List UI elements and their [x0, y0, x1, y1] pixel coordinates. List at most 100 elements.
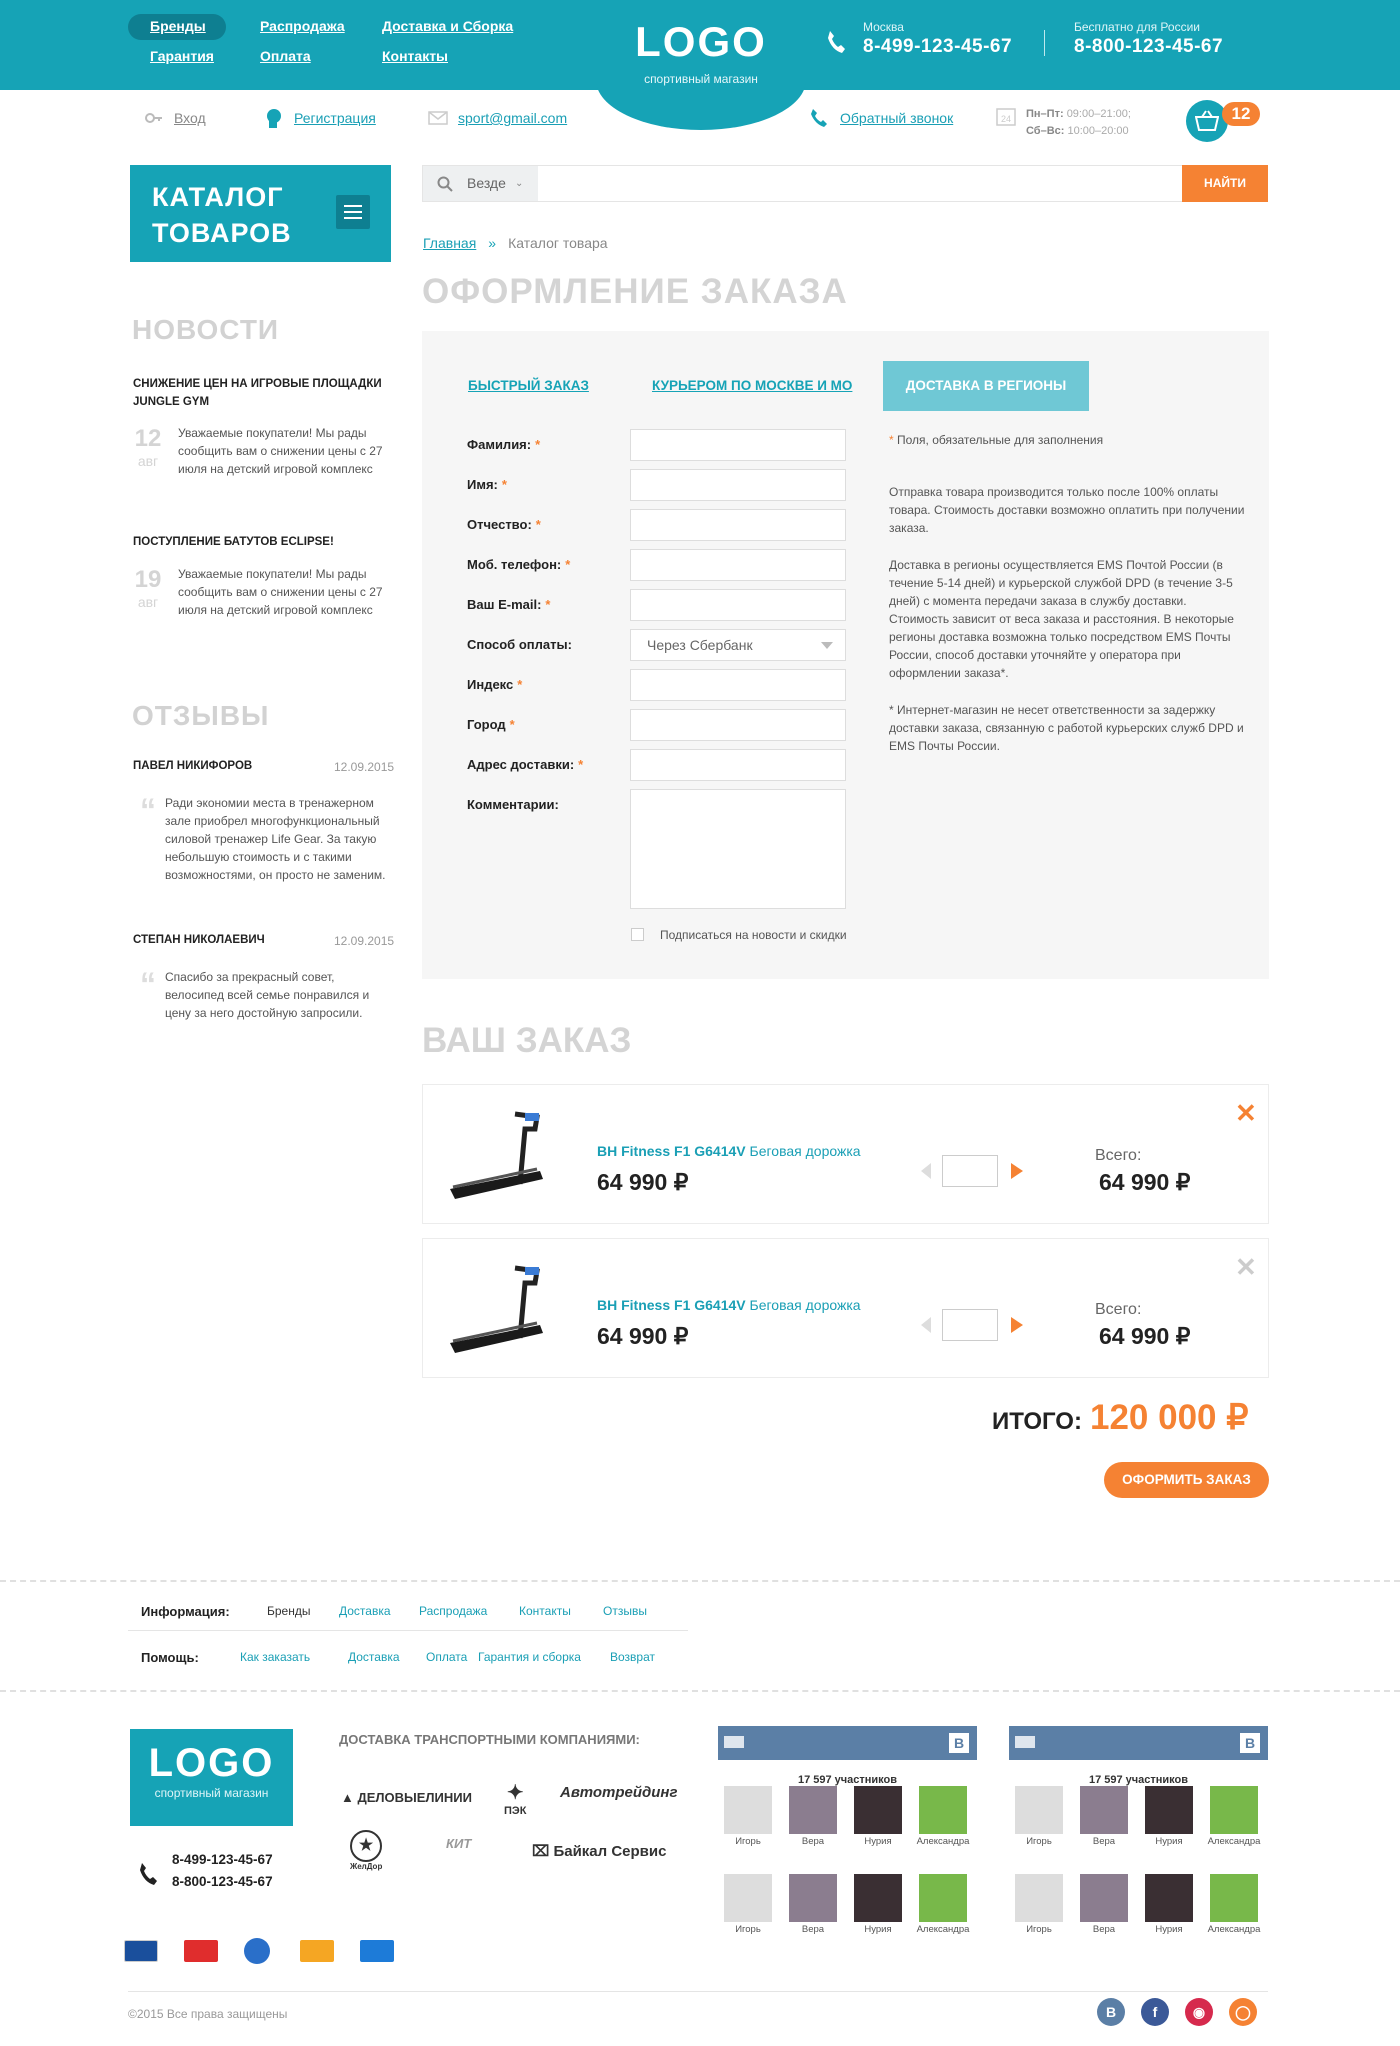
review-author-1: ПАВЕЛ НИКИФОРОВ	[133, 760, 253, 772]
decrease-arrow-icon[interactable]	[913, 1317, 931, 1333]
avatar[interactable]	[724, 1786, 772, 1834]
delivery-note-2: Доставка в регионы осуществляется EMS По…	[889, 558, 1234, 680]
avatar[interactable]	[919, 1874, 967, 1922]
callback-phone-icon	[811, 109, 827, 127]
tab-courier-moscow[interactable]: КУРЬЕРОМ ПО МОСКВЕ И МО	[652, 361, 852, 411]
patronymic-field[interactable]	[630, 509, 846, 541]
remove-item-icon[interactable]: ✕	[1235, 1100, 1257, 1126]
avatar[interactable]	[854, 1786, 902, 1834]
email-field[interactable]	[630, 589, 846, 621]
avatar[interactable]	[1210, 1786, 1258, 1834]
nav-contacts[interactable]: Контакты	[382, 48, 448, 64]
increase-arrow-icon[interactable]	[1011, 1317, 1031, 1333]
footer-bottom-divider	[128, 1991, 1268, 1992]
vk-widget-2[interactable]: В 17 597 участников Игорь Вера Нурия Але…	[1009, 1726, 1268, 1956]
tab-quick-order[interactable]: БЫСТРЫЙ ЗАКАЗ	[468, 361, 589, 411]
review-author-2: СТЕПАН НИКОЛАЕВИЧ	[133, 934, 265, 946]
phone-field[interactable]	[630, 549, 846, 581]
nav-sale[interactable]: Распродажа	[260, 18, 345, 34]
label-city: Город *	[467, 717, 515, 732]
vk-icon: В	[949, 1733, 969, 1753]
news-text-1: Уважаемые покупатели! Мы рады сообщить в…	[178, 426, 383, 476]
phone-russia: Бесплатно для России 8-800-123-45-67	[1074, 20, 1224, 57]
email-link[interactable]: sport@gmail.com	[428, 108, 567, 128]
cart-button[interactable]	[1186, 100, 1228, 142]
increase-arrow-icon[interactable]	[1011, 1163, 1031, 1179]
breadcrumb: Главная » Каталог товара	[423, 235, 608, 251]
avatar[interactable]	[789, 1874, 837, 1922]
avatar[interactable]	[1080, 1786, 1128, 1834]
qiwi-icon	[360, 1940, 394, 1962]
search-input[interactable]	[539, 166, 1179, 201]
phone-icon	[826, 30, 846, 59]
envelope-icon	[428, 111, 448, 125]
quantity-input[interactable]	[942, 1309, 998, 1341]
breadcrumb-home[interactable]: Главная	[423, 235, 476, 251]
menu-icon[interactable]	[336, 195, 370, 229]
subscribe-label: Подписаться на новости и скидки	[660, 928, 847, 942]
quantity-input[interactable]	[942, 1155, 998, 1187]
label-address: Адрес доставки: *	[467, 757, 584, 772]
user-head-icon	[267, 109, 281, 128]
logo[interactable]: LOGO	[596, 18, 806, 66]
quote-icon: “	[140, 966, 156, 1002]
label-zip: Индекс *	[467, 677, 523, 692]
avatar[interactable]	[724, 1874, 772, 1922]
news-title-1[interactable]: СНИЖЕНИЕ ЦЕН НА ИГРОВЫЕ ПЛОЩАДКИ JUNGLE …	[133, 375, 393, 411]
item-name-2[interactable]: BH Fitness F1 G6414V Беговая дорожка	[597, 1297, 861, 1313]
footer-phone-2[interactable]: 8-800-123-45-67	[172, 1874, 273, 1889]
facebook-icon[interactable]: f	[1141, 1998, 1169, 2026]
vk-group-logo-icon	[724, 1736, 744, 1748]
news-title-2[interactable]: ПОСТУПЛЕНИЕ БАТУТОВ ECLIPSE!	[133, 533, 393, 551]
firstname-field[interactable]	[630, 469, 846, 501]
avatar[interactable]	[1210, 1874, 1258, 1922]
callback-link[interactable]: Обратный звонок	[810, 108, 953, 128]
delivery-note-3: * Интернет-магазин не несет ответственно…	[889, 703, 1244, 753]
avatar[interactable]	[1145, 1874, 1193, 1922]
city-field[interactable]	[630, 709, 846, 741]
avatar[interactable]	[789, 1786, 837, 1834]
label-lastname: Фамилия: *	[467, 437, 541, 452]
subscribe-checkbox[interactable]	[631, 928, 644, 941]
avatar[interactable]	[1015, 1874, 1063, 1922]
login-link[interactable]: Вход	[144, 108, 206, 128]
address-field[interactable]	[630, 749, 846, 781]
label-payment: Способ оплаты:	[467, 637, 572, 652]
nav-payment[interactable]: Оплата	[260, 48, 311, 64]
search-scope-select[interactable]: Везде ⌄	[423, 166, 538, 201]
footer-logo[interactable]: LOGO спортивный магазин	[130, 1729, 293, 1826]
calendar-icon: 24	[996, 108, 1016, 126]
register-link[interactable]: Регистрация	[264, 108, 376, 128]
tab-regions-delivery[interactable]: ДОСТАВКА В РЕГИОНЫ	[883, 361, 1089, 411]
avatar[interactable]	[919, 1786, 967, 1834]
instagram-icon[interactable]: ◉	[1185, 1998, 1213, 2026]
nav-delivery[interactable]: Доставка и Сборка	[382, 18, 513, 34]
vk-widget-1[interactable]: В 17 597 участников Игорь Вера Нурия Але…	[718, 1726, 977, 1956]
catalog-button[interactable]: КАТАЛОГ ТОВАРОВ	[130, 165, 391, 262]
avatar[interactable]	[854, 1874, 902, 1922]
decrease-arrow-icon[interactable]	[913, 1163, 931, 1179]
search-button[interactable]: НАЙТИ	[1182, 165, 1268, 202]
footer-phone-1[interactable]: 8-499-123-45-67	[172, 1852, 273, 1867]
remove-item-icon[interactable]: ✕	[1235, 1254, 1257, 1280]
basket-icon	[1195, 110, 1219, 131]
avatar[interactable]	[1080, 1874, 1128, 1922]
chevron-down-icon: ⌄	[515, 178, 524, 189]
quote-icon: “	[140, 792, 156, 828]
nav-warranty[interactable]: Гарантия	[150, 48, 214, 64]
treadmill-image	[450, 1265, 543, 1353]
nav-brands[interactable]: Бренды	[150, 18, 206, 34]
payment-select[interactable]: Через Сбербанк	[630, 629, 846, 661]
carrier-logo-pek: ✦ ПЭК	[504, 1782, 527, 1817]
avatar[interactable]	[1015, 1786, 1063, 1834]
delivery-note-1: Отправка товара производится только посл…	[889, 485, 1245, 535]
odnoklassniki-icon[interactable]: ◯	[1229, 1998, 1257, 2026]
breadcrumb-separator-icon: »	[488, 235, 497, 251]
avatar[interactable]	[1145, 1786, 1193, 1834]
comments-textarea[interactable]	[630, 789, 846, 909]
zip-field[interactable]	[630, 669, 846, 701]
vk-social-icon[interactable]: В	[1097, 1998, 1125, 2026]
lastname-field[interactable]	[630, 429, 846, 461]
item-name-1[interactable]: BH Fitness F1 G6414V Беговая дорожка	[597, 1143, 861, 1159]
place-order-button[interactable]: ОФОРМИТЬ ЗАКАЗ	[1104, 1462, 1269, 1498]
